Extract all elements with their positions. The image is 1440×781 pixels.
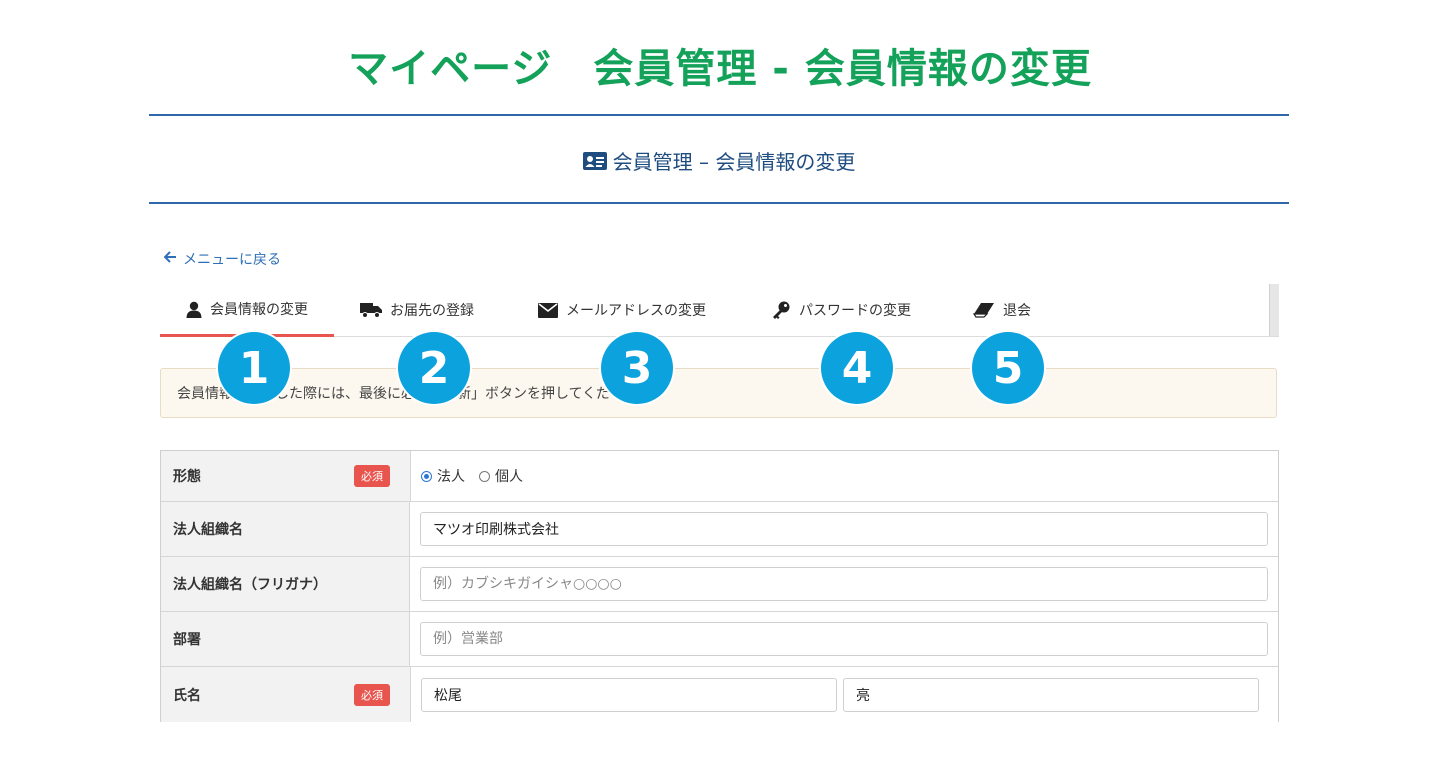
radio-option-corporate[interactable]: 法人 xyxy=(421,466,465,486)
page-heading: マイページ 会員管理 - 会員情報の変更 xyxy=(348,46,1092,92)
tab-label: パスワードの変更 xyxy=(799,303,911,319)
form-label-cell: 部署 xyxy=(161,612,410,666)
tab-label: お届先の登録 xyxy=(390,303,474,319)
required-badge: 必須 xyxy=(354,683,390,706)
section-title-text: 会員管理 – 会員情報の変更 xyxy=(612,150,856,174)
form-label-cell: 法人組織名（フリガナ） xyxy=(161,557,410,611)
step-marker-2: 2 xyxy=(398,332,470,404)
tab-member-info[interactable]: 会員情報の変更 xyxy=(160,284,334,337)
id-card-icon xyxy=(582,151,607,170)
org-name-kana-label: 法人組織名（フリガナ） xyxy=(173,577,327,593)
user-icon xyxy=(186,301,202,318)
key-icon xyxy=(771,300,791,320)
tab-label: メールアドレスの変更 xyxy=(566,303,706,319)
radio-button-checked[interactable] xyxy=(421,470,432,482)
tab-label: 会員情報の変更 xyxy=(210,302,308,318)
tab-delivery-address[interactable]: お届先の登録 xyxy=(360,284,474,336)
form-label-cell: 氏名 必須 xyxy=(161,667,411,722)
tab-withdraw[interactable]: 退会 xyxy=(973,284,1031,336)
step-marker-1: 1 xyxy=(218,332,290,404)
tab-label: 退会 xyxy=(1003,303,1031,319)
arrow-left-icon xyxy=(163,251,177,267)
form-row-org-name: 法人組織名 xyxy=(161,502,1278,557)
form-value-cell xyxy=(410,502,1278,556)
form-value-cell xyxy=(410,612,1278,666)
form-row-org-name-kana: 法人組織名（フリガナ） xyxy=(161,557,1278,612)
radio-button[interactable] xyxy=(479,470,490,482)
step-marker-3: 3 xyxy=(601,332,673,404)
envelope-icon xyxy=(538,302,558,318)
member-info-form: 形態 必須 法人 個人 法人組織名 法人組織名（フリガナ） xyxy=(160,450,1279,722)
step-marker-4: 4 xyxy=(821,332,893,404)
department-label: 部署 xyxy=(173,632,201,648)
tab-bar: 会員情報の変更 お届先の登録 メールアドレスの変更 パスワードの変更 退会 xyxy=(160,284,1279,337)
first-name-input[interactable] xyxy=(843,677,1259,712)
form-value-cell: 法人 個人 xyxy=(411,451,1278,501)
form-row-type: 形態 必須 法人 個人 xyxy=(161,451,1278,502)
form-value-cell xyxy=(411,667,1278,722)
divider-bottom xyxy=(149,202,1289,204)
tab-password-change[interactable]: パスワードの変更 xyxy=(771,284,911,336)
radio-option-individual[interactable]: 個人 xyxy=(479,466,523,486)
org-name-input[interactable] xyxy=(420,512,1268,546)
eraser-icon xyxy=(973,302,995,318)
type-radio-group: 法人 個人 xyxy=(421,466,523,486)
form-label-cell: 形態 必須 xyxy=(161,451,411,501)
form-label-cell: 法人組織名 xyxy=(161,502,410,556)
required-badge: 必須 xyxy=(354,465,390,487)
update-notice: 会員情報を変更した際には、最後に必ず「更新」ボタンを押してください。 xyxy=(160,368,1277,418)
form-value-cell xyxy=(410,557,1278,611)
type-label: 形態 xyxy=(173,469,201,485)
radio-label: 個人 xyxy=(495,469,523,485)
last-name-input[interactable] xyxy=(421,677,837,712)
tab-scrollbar[interactable] xyxy=(1269,284,1279,336)
name-label: 氏名 xyxy=(173,687,201,704)
section-title: 会員管理 – 会員情報の変更 xyxy=(149,146,1289,175)
radio-label: 法人 xyxy=(437,469,465,485)
divider-top xyxy=(149,114,1289,116)
org-name-kana-input[interactable] xyxy=(420,567,1268,601)
form-row-name: 氏名 必須 xyxy=(161,667,1278,722)
step-marker-5: 5 xyxy=(972,332,1044,404)
back-link-label: メニューに戻る xyxy=(183,252,281,268)
truck-icon xyxy=(360,302,382,318)
form-row-department: 部署 xyxy=(161,612,1278,667)
org-name-label: 法人組織名 xyxy=(173,522,243,538)
back-to-menu-link[interactable]: メニューに戻る xyxy=(163,249,281,269)
tab-email-change[interactable]: メールアドレスの変更 xyxy=(538,284,706,336)
department-input[interactable] xyxy=(420,622,1268,656)
